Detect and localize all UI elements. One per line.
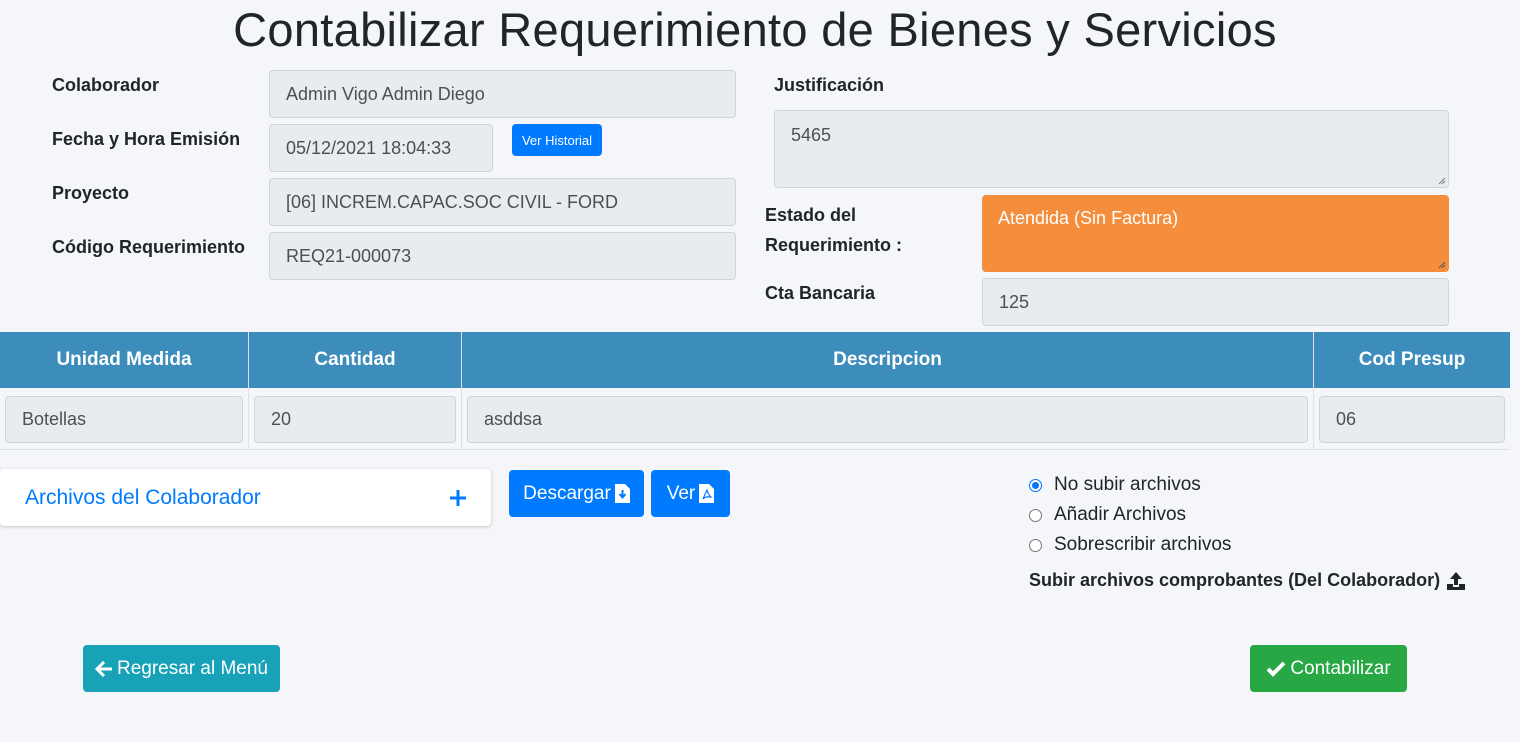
header-unidad-medida: Unidad Medida [0,332,249,388]
estado-textarea[interactable]: Atendida (Sin Factura) [982,195,1449,272]
radio-button[interactable] [1029,478,1042,492]
radio-label: No subir archivos [1054,474,1201,495]
file-download-icon [614,484,630,503]
archivos-card-title: Archivos del Colaborador [25,485,261,509]
cell-descripcion: asddsa [462,388,1314,449]
estado-text: Atendida (Sin Factura) [998,208,1179,228]
arrow-left-icon [94,660,112,677]
upload-comprobantes[interactable]: Subir archivos comprobantes (Del Colabor… [1029,570,1466,591]
cell-cod-presup: 06 [1314,388,1510,449]
contabilizar-label: Contabilizar [1290,657,1391,679]
ver-label: Ver [666,482,696,504]
check-icon [1266,661,1286,677]
proyecto-field[interactable]: [06] INCREM.CAPAC.SOC CIVIL - FORD [269,178,736,226]
codigo-label: Código Requerimiento [52,237,245,257]
radio-sobrescribir[interactable]: Sobrescribir archivos [1027,530,1231,560]
ver-pdf-button[interactable]: Ver [651,470,730,517]
descripcion-input[interactable]: asddsa [467,396,1308,443]
radio-label: Añadir Archivos [1054,504,1187,525]
regresar-label: Regresar al Menú [116,657,269,679]
upload-icon[interactable] [1446,571,1466,591]
colaborador-label: Colaborador [52,75,160,95]
estado-label-line1: Estado del [765,205,857,225]
resize-grip-icon[interactable] [1436,175,1446,185]
codigo-field[interactable]: REQ21-000073 [269,232,736,280]
estado-label: Estado del Requerimiento : [765,200,902,260]
contabilizar-button[interactable]: Contabilizar [1250,645,1407,692]
descargar-button[interactable]: Descargar [509,470,644,517]
radio-anadir[interactable]: Añadir Archivos [1027,500,1231,530]
proyecto-label: Proyecto [52,183,130,203]
cantidad-input[interactable]: 20 [254,396,456,443]
header-cantidad: Cantidad [249,332,462,388]
descargar-label: Descargar [523,482,611,504]
header-descripcion: Descripcion [462,332,1314,388]
cta-field[interactable]: 125 [982,278,1449,326]
archivos-card[interactable]: Archivos del Colaborador [0,469,491,526]
upload-mode-group: No subir archivos Añadir Archivos Sobres… [1027,470,1231,560]
regresar-menu-button[interactable]: Regresar al Menú [83,645,280,692]
ver-historial-button[interactable]: Ver Historial [512,124,602,156]
cell-unidad: Botellas [0,388,249,449]
table-row: Botellas 20 asddsa 06 [0,388,1510,450]
cell-cantidad: 20 [249,388,462,449]
cod-presup-input[interactable]: 06 [1319,396,1505,443]
justificacion-text: 5465 [791,125,832,145]
cta-label: Cta Bancaria [765,283,876,303]
fecha-label: Fecha y Hora Emisión [52,129,241,149]
radio-label: Sobrescribir archivos [1054,534,1232,555]
resize-grip-icon[interactable] [1436,259,1446,269]
fecha-field[interactable]: 05/12/2021 18:04:33 [269,124,493,172]
upload-label: Subir archivos comprobantes (Del Colabor… [1029,570,1441,590]
file-pdf-icon [699,484,715,503]
header-cod-presup: Cod Presup [1358,349,1466,370]
colaborador-field[interactable]: Admin Vigo Admin Diego [269,70,736,118]
radio-button[interactable] [1029,508,1042,522]
radio-no-subir[interactable]: No subir archivos [1027,470,1231,500]
plus-icon[interactable] [449,489,467,507]
justificacion-textarea[interactable]: 5465 [774,110,1449,188]
justificacion-label: Justificación [774,75,885,95]
estado-label-line2: Requerimiento : [765,235,903,255]
page-title: Contabilizar Requerimiento de Bienes y S… [233,3,1277,56]
unidad-input[interactable]: Botellas [5,396,243,443]
items-table-header: Unidad Medida Cantidad Descripcion Cod P… [0,332,1510,388]
radio-button[interactable] [1029,538,1042,552]
scrollbar[interactable] [1510,0,1520,742]
